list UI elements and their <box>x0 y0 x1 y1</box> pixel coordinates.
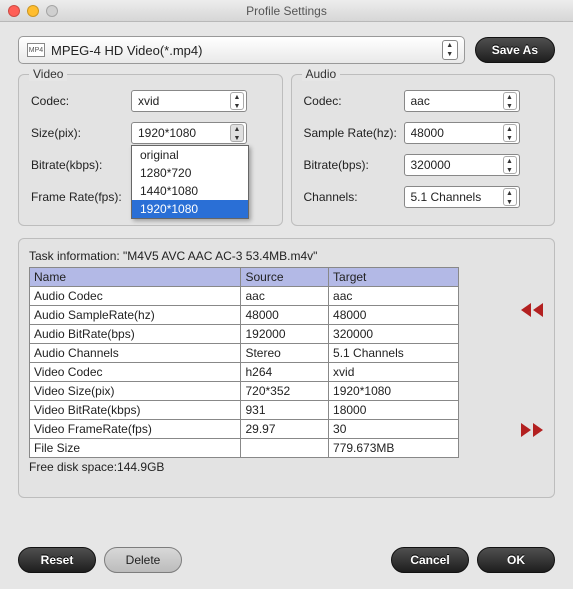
table-row: Video FrameRate(fps)29.9730 <box>30 420 459 439</box>
profile-label: MPEG-4 HD Video(*.mp4) <box>51 43 442 58</box>
table-row: Video BitRate(kbps)93118000 <box>30 401 459 420</box>
footer: Reset Delete Cancel OK <box>0 535 573 589</box>
task-info-table: NameSourceTarget Audio CodecaacaacAudio … <box>29 267 459 458</box>
video-codec-select[interactable]: xvid ▲▼ <box>131 90 247 112</box>
traffic-lights <box>8 5 58 17</box>
chevron-updown-icon[interactable]: ▲▼ <box>230 92 244 110</box>
profile-format-icon: MP4 <box>27 43 45 57</box>
video-framerate-label: Frame Rate(fps): <box>31 190 131 204</box>
audio-panel-title: Audio <box>302 67 341 81</box>
video-size-option[interactable]: original <box>132 146 248 164</box>
table-row: Audio BitRate(bps)192000320000 <box>30 325 459 344</box>
ok-button[interactable]: OK <box>477 547 555 573</box>
video-size-dropdown[interactable]: original1280*7201440*10801920*1080 <box>131 145 249 219</box>
close-icon[interactable] <box>8 5 20 17</box>
zoom-icon <box>46 5 58 17</box>
video-size-label: Size(pix): <box>31 126 131 140</box>
minimize-icon[interactable] <box>27 5 39 17</box>
settings-panels: Video Codec: xvid ▲▼ Size(pix): 1920*108… <box>0 74 573 226</box>
chevron-updown-icon[interactable]: ▲▼ <box>442 40 458 60</box>
chevron-updown-icon[interactable]: ▲▼ <box>230 124 244 142</box>
table-row: Video Size(pix)720*3521920*1080 <box>30 382 459 401</box>
audio-panel: Audio Codec: aac ▲▼ Sample Rate(hz): 480… <box>291 74 556 226</box>
prev-task-button[interactable] <box>518 299 546 321</box>
video-size-select[interactable]: 1920*1080 ▲▼ original1280*7201440*108019… <box>131 122 247 144</box>
audio-codec-select[interactable]: aac ▲▼ <box>404 90 520 112</box>
profile-row: MP4 MPEG-4 HD Video(*.mp4) ▲▼ Save As <box>0 22 573 74</box>
free-disk-space: Free disk space:144.9GB <box>29 460 514 474</box>
titlebar: Profile Settings <box>0 0 573 22</box>
delete-button[interactable]: Delete <box>104 547 182 573</box>
chevron-updown-icon[interactable]: ▲▼ <box>503 156 517 174</box>
table-row: File Size779.673MB <box>30 439 459 458</box>
save-as-button[interactable]: Save As <box>475 37 555 63</box>
task-info-title: Task information: "M4V5 AVC AAC AC-3 53.… <box>29 249 514 263</box>
audio-samplerate-label: Sample Rate(hz): <box>304 126 404 140</box>
profile-select[interactable]: MP4 MPEG-4 HD Video(*.mp4) ▲▼ <box>18 36 465 64</box>
table-header: Target <box>329 268 459 287</box>
table-row: Audio ChannelsStereo5.1 Channels <box>30 344 459 363</box>
double-rewind-icon <box>519 301 545 319</box>
table-row: Audio Codecaacaac <box>30 287 459 306</box>
audio-samplerate-select[interactable]: 48000 ▲▼ <box>404 122 520 144</box>
reset-button[interactable]: Reset <box>18 547 96 573</box>
audio-channels-select[interactable]: 5.1 Channels ▲▼ <box>404 186 520 208</box>
video-panel: Video Codec: xvid ▲▼ Size(pix): 1920*108… <box>18 74 283 226</box>
video-codec-label: Codec: <box>31 94 131 108</box>
video-size-option[interactable]: 1280*720 <box>132 164 248 182</box>
audio-codec-label: Codec: <box>304 94 404 108</box>
video-size-option[interactable]: 1920*1080 <box>132 200 248 218</box>
next-task-button[interactable] <box>518 419 546 441</box>
video-panel-title: Video <box>29 67 67 81</box>
double-forward-icon <box>519 421 545 439</box>
table-row: Audio SampleRate(hz)4800048000 <box>30 306 459 325</box>
audio-channels-label: Channels: <box>304 190 404 204</box>
audio-bitrate-select[interactable]: 320000 ▲▼ <box>404 154 520 176</box>
chevron-updown-icon[interactable]: ▲▼ <box>503 188 517 206</box>
window-title: Profile Settings <box>0 4 573 18</box>
cancel-button[interactable]: Cancel <box>391 547 469 573</box>
chevron-updown-icon[interactable]: ▲▼ <box>503 124 517 142</box>
video-size-option[interactable]: 1440*1080 <box>132 182 248 200</box>
table-row: Video Codech264xvid <box>30 363 459 382</box>
video-bitrate-label: Bitrate(kbps): <box>31 158 131 172</box>
task-info-panel: Task information: "M4V5 AVC AAC AC-3 53.… <box>18 238 555 498</box>
chevron-updown-icon[interactable]: ▲▼ <box>503 92 517 110</box>
table-header: Name <box>30 268 241 287</box>
table-header: Source <box>241 268 329 287</box>
profile-settings-window: Profile Settings MP4 MPEG-4 HD Video(*.m… <box>0 0 573 589</box>
audio-bitrate-label: Bitrate(bps): <box>304 158 404 172</box>
